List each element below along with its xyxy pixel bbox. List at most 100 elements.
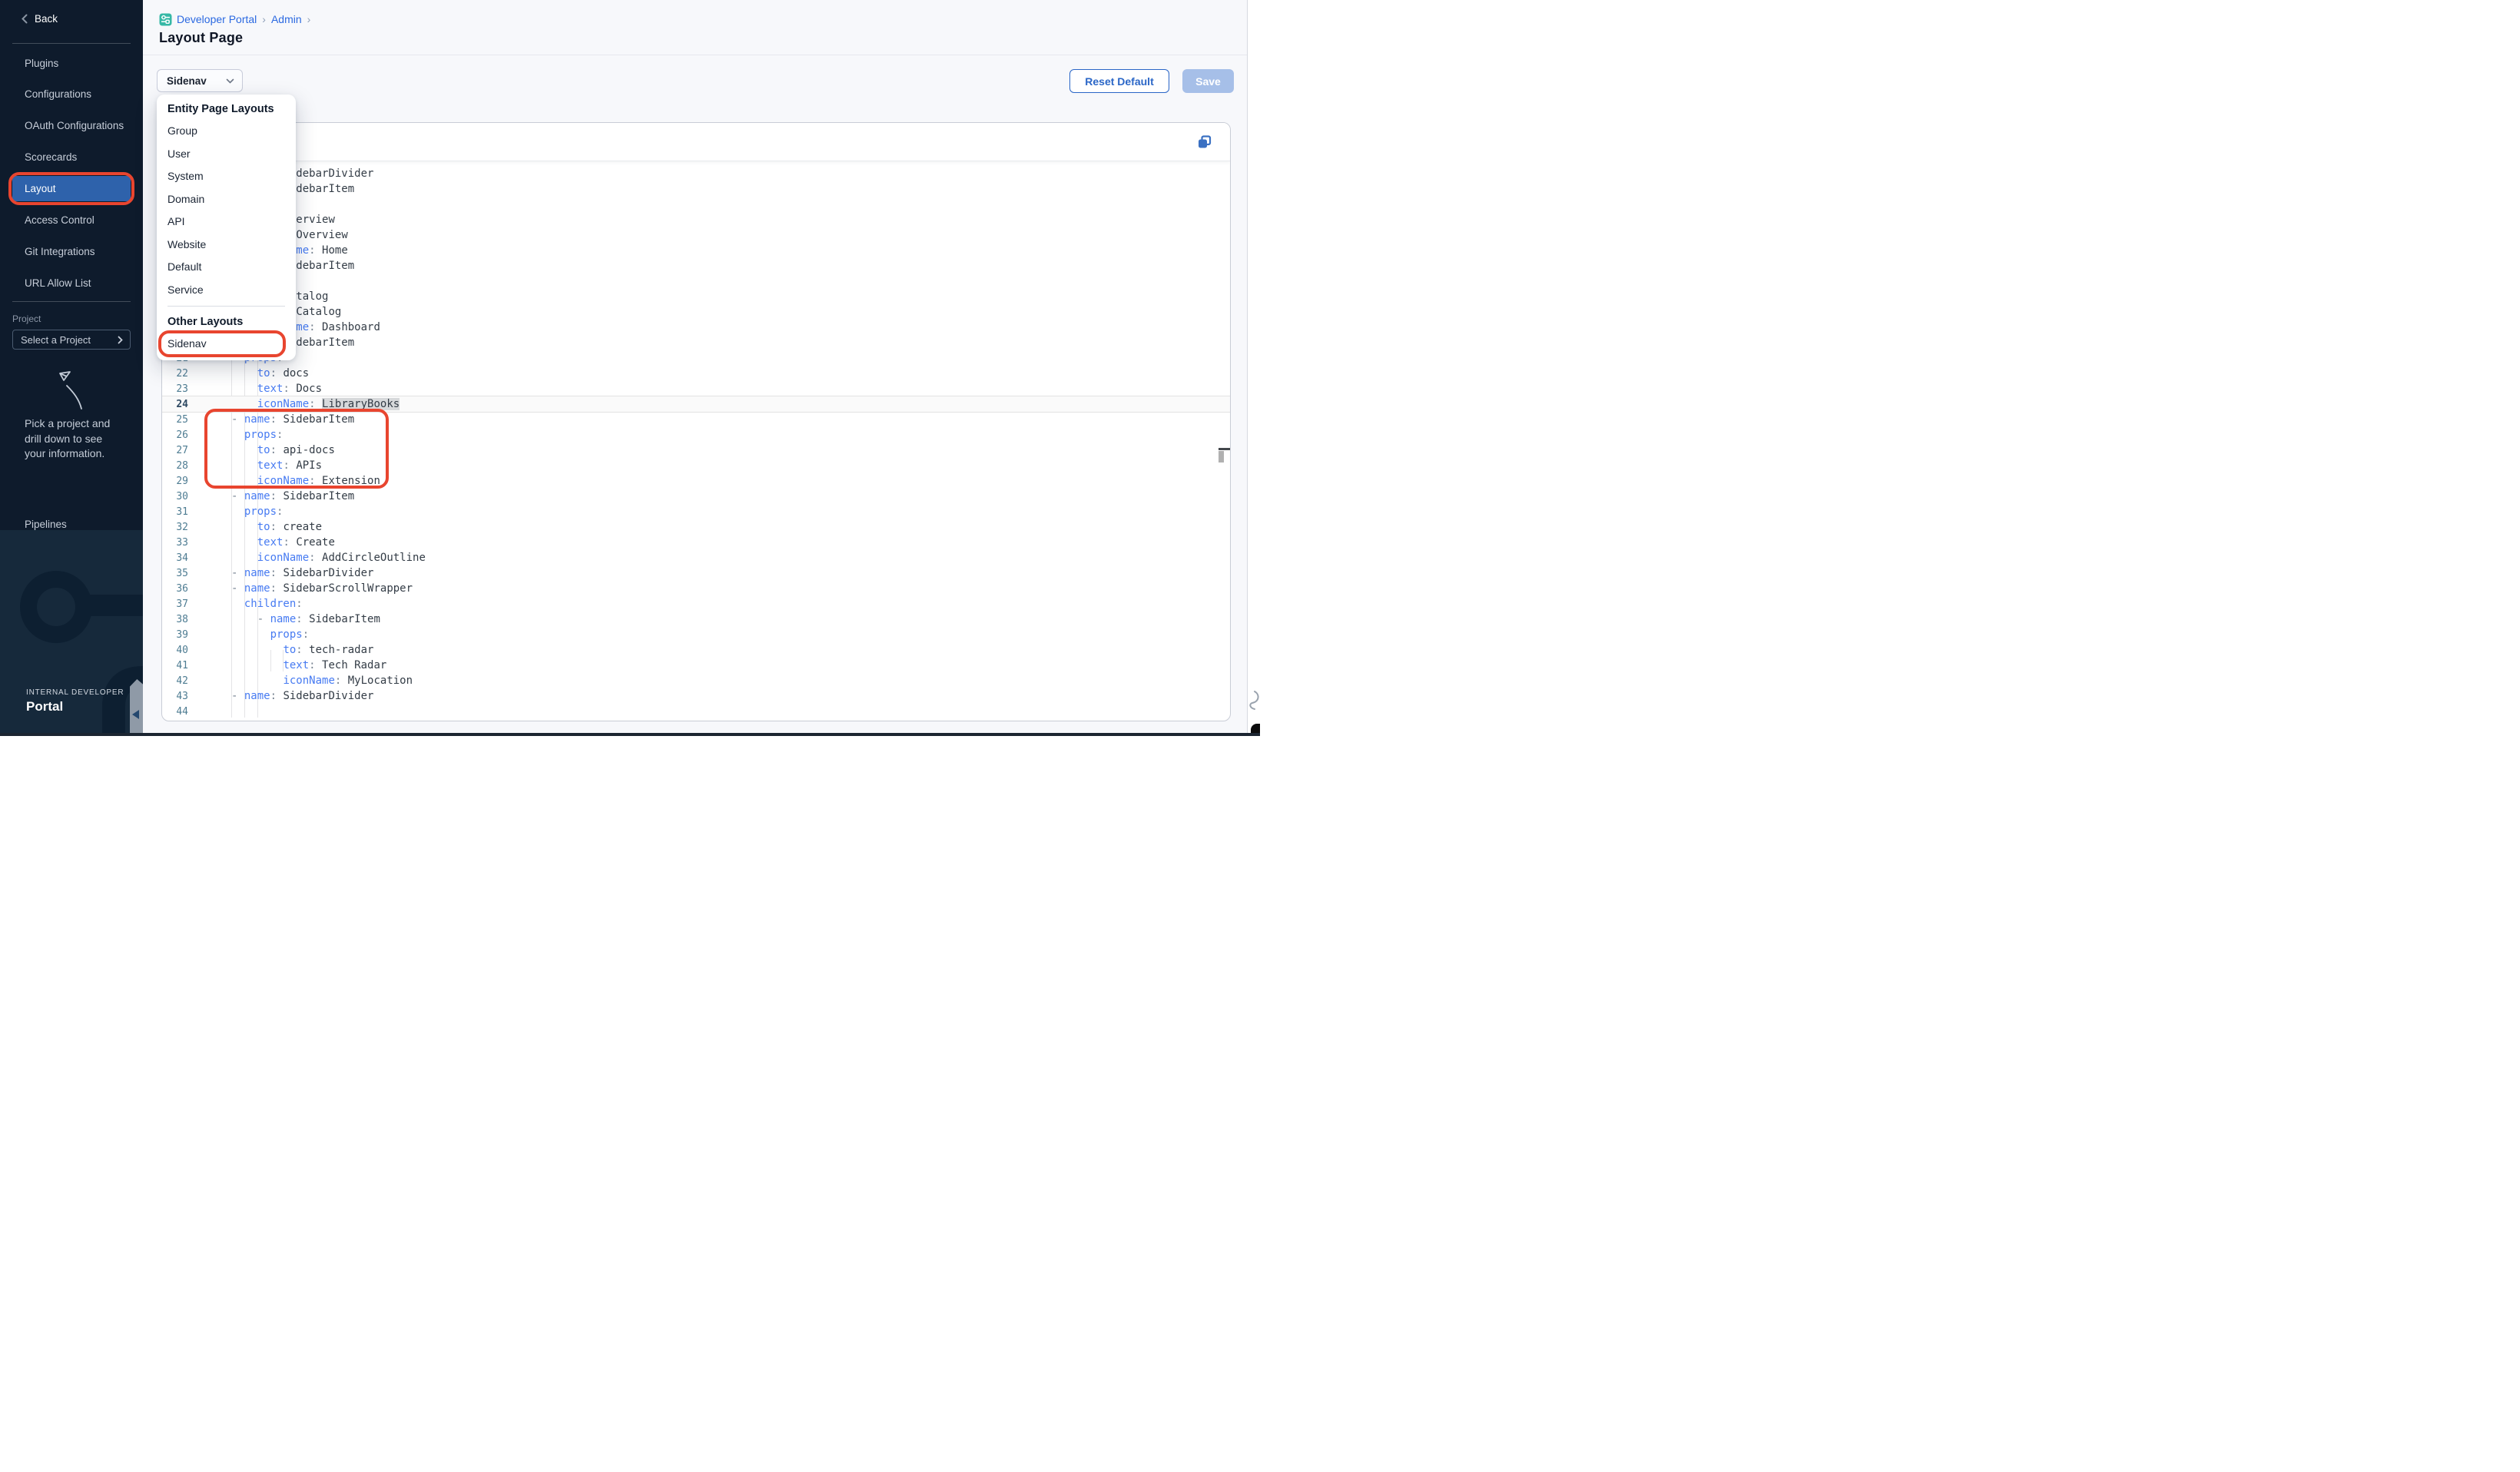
dropdown-item-website[interactable]: Website [157,234,296,257]
sidebar-item-layout[interactable]: Layout [12,176,131,201]
line-number: 40 [162,645,188,656]
screen-bottom-edge [0,733,1260,736]
code-text: - name: SidebarDivider [231,690,373,702]
code-text: props: [231,506,283,518]
copy-icon[interactable] [1196,134,1213,151]
chevron-right-icon [118,336,123,344]
code-line[interactable]: 44 [162,704,1230,719]
code-line[interactable]: 41 text: Tech Radar [162,658,1230,673]
breadcrumb-app-link[interactable]: Developer Portal [177,13,257,25]
code-line[interactable]: 20- name: SidebarItem [162,335,1230,350]
line-number: 25 [162,414,188,426]
sidebar-item-git-integrations[interactable]: Git Integrations [12,239,131,264]
line-number: 31 [162,506,188,518]
line-number: 26 [162,429,188,441]
brand-eyebrow: INTERNAL DEVELOPER [26,688,124,697]
code-line[interactable]: 10- name: SidebarItem [162,181,1230,197]
dropdown-item-system[interactable]: System [157,165,296,188]
code-line[interactable]: 9- name: SidebarDivider [162,166,1230,181]
code-line[interactable]: 14 iconName: Home [162,243,1230,258]
line-number: 30 [162,491,188,502]
sidebar-collapse-widget[interactable] [130,679,143,736]
code-line[interactable]: 21 props: [162,350,1230,366]
dropdown-group-header: Other Layouts [157,311,296,333]
code-line[interactable]: 22 to: docs [162,366,1230,381]
project-select[interactable]: Select a Project [12,330,131,350]
sidebar-item-url-allow-list[interactable]: URL Allow List [12,270,131,296]
code-text: to: docs [231,367,309,380]
circuit-pattern-decoration [0,530,143,736]
code-line[interactable]: 16 props: [162,274,1230,289]
code-line[interactable]: 17 to: catalog [162,289,1230,304]
line-number: 24 [162,399,188,410]
sidebar-item-oauth-configurations[interactable]: OAuth Configurations [12,113,131,138]
collapse-arrow-icon [132,710,139,719]
layout-type-dropdown-menu: Entity Page LayoutsGroupUserSystemDomain… [157,94,296,360]
code-text: - name: SidebarDivider [231,567,373,579]
code-line[interactable]: 33 text: Create [162,535,1230,550]
layout-type-select[interactable]: Sidenav [157,69,243,92]
code-line[interactable]: 38 - name: SidebarItem [162,612,1230,627]
code-line[interactable]: 43- name: SidebarDivider [162,688,1230,704]
code-line[interactable]: 36- name: SidebarScrollWrapper [162,581,1230,596]
code-text: to: create [231,521,322,533]
code-line[interactable]: 30- name: SidebarItem [162,489,1230,504]
code-line[interactable]: 15- name: SidebarItem [162,258,1230,274]
sidebar-item-configurations[interactable]: Configurations [12,81,131,107]
code-line[interactable]: 34 iconName: AddCircleOutline [162,550,1230,565]
code-line[interactable]: 18 text: Catalog [162,304,1230,320]
dropdown-item-user[interactable]: User [157,143,296,166]
line-number: 34 [162,552,188,564]
dropdown-item-group[interactable]: Group [157,120,296,143]
code-line[interactable]: 35 - name: SidebarDivider [162,565,1230,581]
code-text: iconName: AddCircleOutline [231,552,426,564]
line-number: 35 [162,568,188,579]
back-label: Back [35,13,58,25]
breadcrumb-separator: › [307,13,311,25]
line-number: 28 [162,460,188,472]
sidebar-item-access-control[interactable]: Access Control [12,207,131,233]
chevron-down-icon [226,78,234,84]
project-label: Project [12,313,41,324]
breadcrumb-section-link[interactable]: Admin [271,13,302,25]
code-line[interactable]: 12 to: overview [162,212,1230,227]
code-line[interactable]: 37 children: [162,596,1230,612]
brand-title: Portal [26,699,63,714]
code-text: text: Tech Radar [231,659,386,671]
code-text: to: tech-radar [231,644,373,656]
line-number: 33 [162,537,188,549]
dropdown-item-domain[interactable]: Domain [157,188,296,211]
line-number: 37 [162,598,188,610]
code-line[interactable]: 40 to: tech-radar [162,642,1230,658]
dropdown-item-service[interactable]: Service [157,279,296,302]
code-line[interactable]: 32 to: create [162,519,1230,535]
code-line[interactable]: 23 text: Docs [162,381,1230,396]
code-line[interactable]: 39 props: [162,627,1230,642]
editor-scroll-marker [1219,448,1230,450]
code-line[interactable]: 13 text: Overview [162,227,1230,243]
line-number: 42 [162,675,188,687]
save-button[interactable]: Save [1182,69,1234,93]
dropdown-item-api[interactable]: API [157,211,296,234]
editor-scrollbar-thumb[interactable] [1219,451,1224,462]
code-text: - name: SidebarScrollWrapper [231,582,413,595]
admin-sidebar: Back Plugins Configurations OAuth Configur… [0,0,143,736]
sidebar-item-scorecards[interactable]: Scorecards [12,144,131,170]
sidebar-item-plugins[interactable]: Plugins [12,51,131,76]
page-scrollbar-gutter[interactable] [1247,0,1260,736]
code-line[interactable]: 11 props: [162,197,1230,212]
back-button[interactable]: Back [22,13,58,25]
line-number: 39 [162,629,188,641]
code-text: props: [231,628,309,641]
dropdown-item-default[interactable]: Default [157,256,296,279]
code-line[interactable]: 19 iconName: Dashboard [162,320,1230,335]
code-text: text: Docs [231,383,322,395]
code-line[interactable]: 42 iconName: MyLocation [162,673,1230,688]
reset-default-button[interactable]: Reset Default [1069,69,1169,93]
hand-drawn-arrow-icon [45,366,91,412]
dropdown-item-sidenav[interactable]: Sidenav [157,333,296,356]
app-window: Back Plugins Configurations OAuth Configur… [0,0,1260,736]
sidebar-footer: INTERNAL DEVELOPER Portal [0,530,143,736]
code-line[interactable]: 31 props: [162,504,1230,519]
code-text: text: Create [231,536,335,549]
